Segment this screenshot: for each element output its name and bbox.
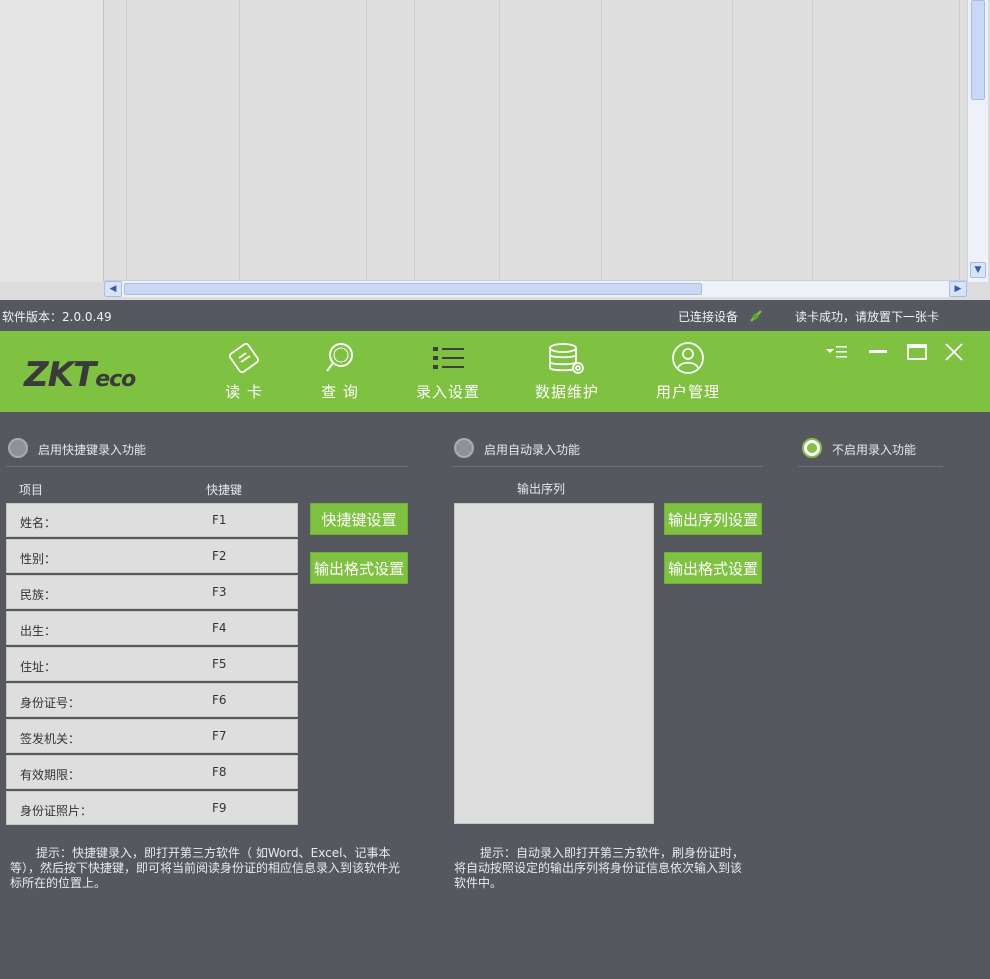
- radio-disable-input-label: 不启用录入功能: [832, 443, 917, 457]
- output-sequence-label: 输出序列: [517, 482, 566, 496]
- hotkey-table: 姓名： F1 性别： F2 民族： F3 出生： F4 住址： F5 身份证号： F6 签发…: [6, 503, 298, 827]
- table-row[interactable]: 身份证号： F6: [6, 683, 298, 717]
- row-item-name: 民族：: [20, 588, 57, 602]
- grid-column-line: [366, 0, 367, 280]
- grid-column-line: [239, 0, 240, 280]
- grid-column-line: [601, 0, 602, 280]
- horizontal-scrollbar[interactable]: ◀ ▶: [104, 280, 967, 297]
- zkteco-logo: ZKTeco: [24, 355, 136, 395]
- divider: [6, 466, 408, 467]
- output-sequence-list[interactable]: [454, 503, 654, 824]
- toolbar-input-settings-label: 录入设置: [415, 383, 480, 401]
- close-icon[interactable]: [942, 341, 966, 363]
- row-item-name: 出生：: [20, 624, 57, 638]
- connected-plug-icon: [750, 310, 762, 322]
- scroll-left-icon[interactable]: ◀: [104, 281, 122, 297]
- table-row[interactable]: 姓名： F1: [6, 503, 298, 537]
- row-item-name: 身份证照片：: [20, 804, 93, 818]
- auto-input-hint: 提示：自动录入即打开第三方软件，刷身份证时，将自动按照设定的输出序列将身份证信息…: [454, 846, 745, 890]
- scroll-right-icon[interactable]: ▶: [949, 281, 967, 297]
- row-item-name: 有效期限：: [20, 768, 81, 782]
- user-icon: [672, 342, 704, 374]
- horizontal-scroll-thumb[interactable]: [124, 283, 702, 295]
- table-row[interactable]: 住址： F5: [6, 647, 298, 681]
- output-sequence-settings-button[interactable]: 输出序列设置: [664, 503, 762, 535]
- magnifier-icon: [326, 343, 353, 372]
- radio-button-selected[interactable]: [802, 438, 822, 458]
- toolbar-data-maintenance[interactable]: 数据维护: [517, 341, 617, 407]
- software-version: 软件版本：2.0.0.49: [2, 310, 112, 324]
- grid-column-line: [414, 0, 415, 280]
- logo-sub-text: eco: [95, 367, 136, 392]
- checklist-icon: [433, 347, 464, 369]
- row-item-name: 姓名：: [20, 516, 57, 530]
- toolbar-query[interactable]: 查 询: [290, 341, 390, 407]
- row-hotkey: F1: [212, 513, 227, 527]
- data-grid[interactable]: [104, 0, 967, 282]
- table-row[interactable]: 有效期限： F8: [6, 755, 298, 789]
- logo-main-text: ZKT: [24, 355, 96, 395]
- radio-button-unselected[interactable]: [8, 438, 28, 458]
- id-card-icon: [228, 342, 260, 374]
- grid-column-line: [499, 0, 500, 280]
- grid-column-line: [732, 0, 733, 280]
- row-item-name: 性别：: [20, 552, 57, 566]
- toolbar-user-management[interactable]: 用户管理: [638, 341, 738, 407]
- menu-dropdown-icon[interactable]: [824, 341, 848, 363]
- radio-enable-hotkey-label: 启用快捷键录入功能: [38, 443, 147, 457]
- output-format-settings-button-auto[interactable]: 输出格式设置: [664, 552, 762, 584]
- toolbar-data-maintenance-label: 数据维护: [534, 383, 599, 401]
- read-status-message: 读卡成功，请放置下一张卡: [795, 310, 940, 324]
- table-row[interactable]: 民族： F3: [6, 575, 298, 609]
- row-hotkey: F2: [212, 549, 227, 563]
- row-item-name: 住址：: [20, 660, 57, 674]
- maximize-icon[interactable]: [905, 341, 929, 363]
- divider: [798, 466, 943, 467]
- toolbar-user-management-label: 用户管理: [655, 383, 720, 401]
- main-toolbar: ZKTeco 读 卡 查 询 录入设置 数据维护 用户管理: [0, 331, 990, 412]
- table-row[interactable]: 签发机关： F7: [6, 719, 298, 753]
- grid-row-header: [0, 0, 104, 282]
- row-hotkey: F8: [212, 765, 227, 779]
- scroll-down-icon[interactable]: ▼: [970, 262, 986, 278]
- row-hotkey: F5: [212, 657, 227, 671]
- radio-enable-auto-label: 启用自动录入功能: [484, 443, 581, 457]
- connection-status: 已连接设备: [678, 310, 739, 324]
- toolbar-read-card-label: 读 卡: [225, 383, 263, 401]
- radio-button-unselected[interactable]: [454, 438, 474, 458]
- row-hotkey: F9: [212, 801, 227, 815]
- column-header-hotkey: 快捷键: [206, 483, 243, 497]
- grid-column-line: [812, 0, 813, 280]
- divider: [452, 466, 763, 467]
- grid-column-line: [959, 0, 960, 280]
- row-hotkey: F7: [212, 729, 227, 743]
- database-gear-icon: [549, 343, 584, 374]
- data-grid-area: ▼ ◀ ▶: [0, 0, 990, 300]
- hotkey-settings-button[interactable]: 快捷键设置: [310, 503, 408, 535]
- output-format-settings-button[interactable]: 输出格式设置: [310, 552, 408, 584]
- minimize-icon[interactable]: [866, 341, 890, 363]
- row-hotkey: F3: [212, 585, 227, 599]
- hotkey-input-hint: 提示：快捷键录入，即打开第三方软件（ 如Word、Excel、记事本等），然后按…: [10, 846, 401, 890]
- toolbar-query-label: 查 询: [321, 383, 359, 401]
- input-settings-panel: 启用快捷键录入功能 启用自动录入功能 不启用录入功能 项目 快捷键 姓名： F1 …: [0, 412, 990, 979]
- status-bar: 软件版本：2.0.0.49 已连接设备 读卡成功，请放置下一张卡: [0, 300, 990, 331]
- row-item-name: 签发机关：: [20, 732, 81, 746]
- grid-column-line: [126, 0, 127, 280]
- vertical-scrollbar[interactable]: ▼: [967, 0, 988, 282]
- row-hotkey: F4: [212, 621, 227, 635]
- row-item-name: 身份证号：: [20, 696, 81, 710]
- row-hotkey: F6: [212, 693, 227, 707]
- table-row[interactable]: 出生： F4: [6, 611, 298, 645]
- vertical-scroll-thumb[interactable]: [971, 0, 985, 100]
- toolbar-input-settings[interactable]: 录入设置: [398, 341, 498, 407]
- table-row[interactable]: 性别： F2: [6, 539, 298, 573]
- table-row[interactable]: 身份证照片： F9: [6, 791, 298, 825]
- column-header-item: 项目: [19, 483, 44, 497]
- toolbar-read-card[interactable]: 读 卡: [194, 341, 294, 407]
